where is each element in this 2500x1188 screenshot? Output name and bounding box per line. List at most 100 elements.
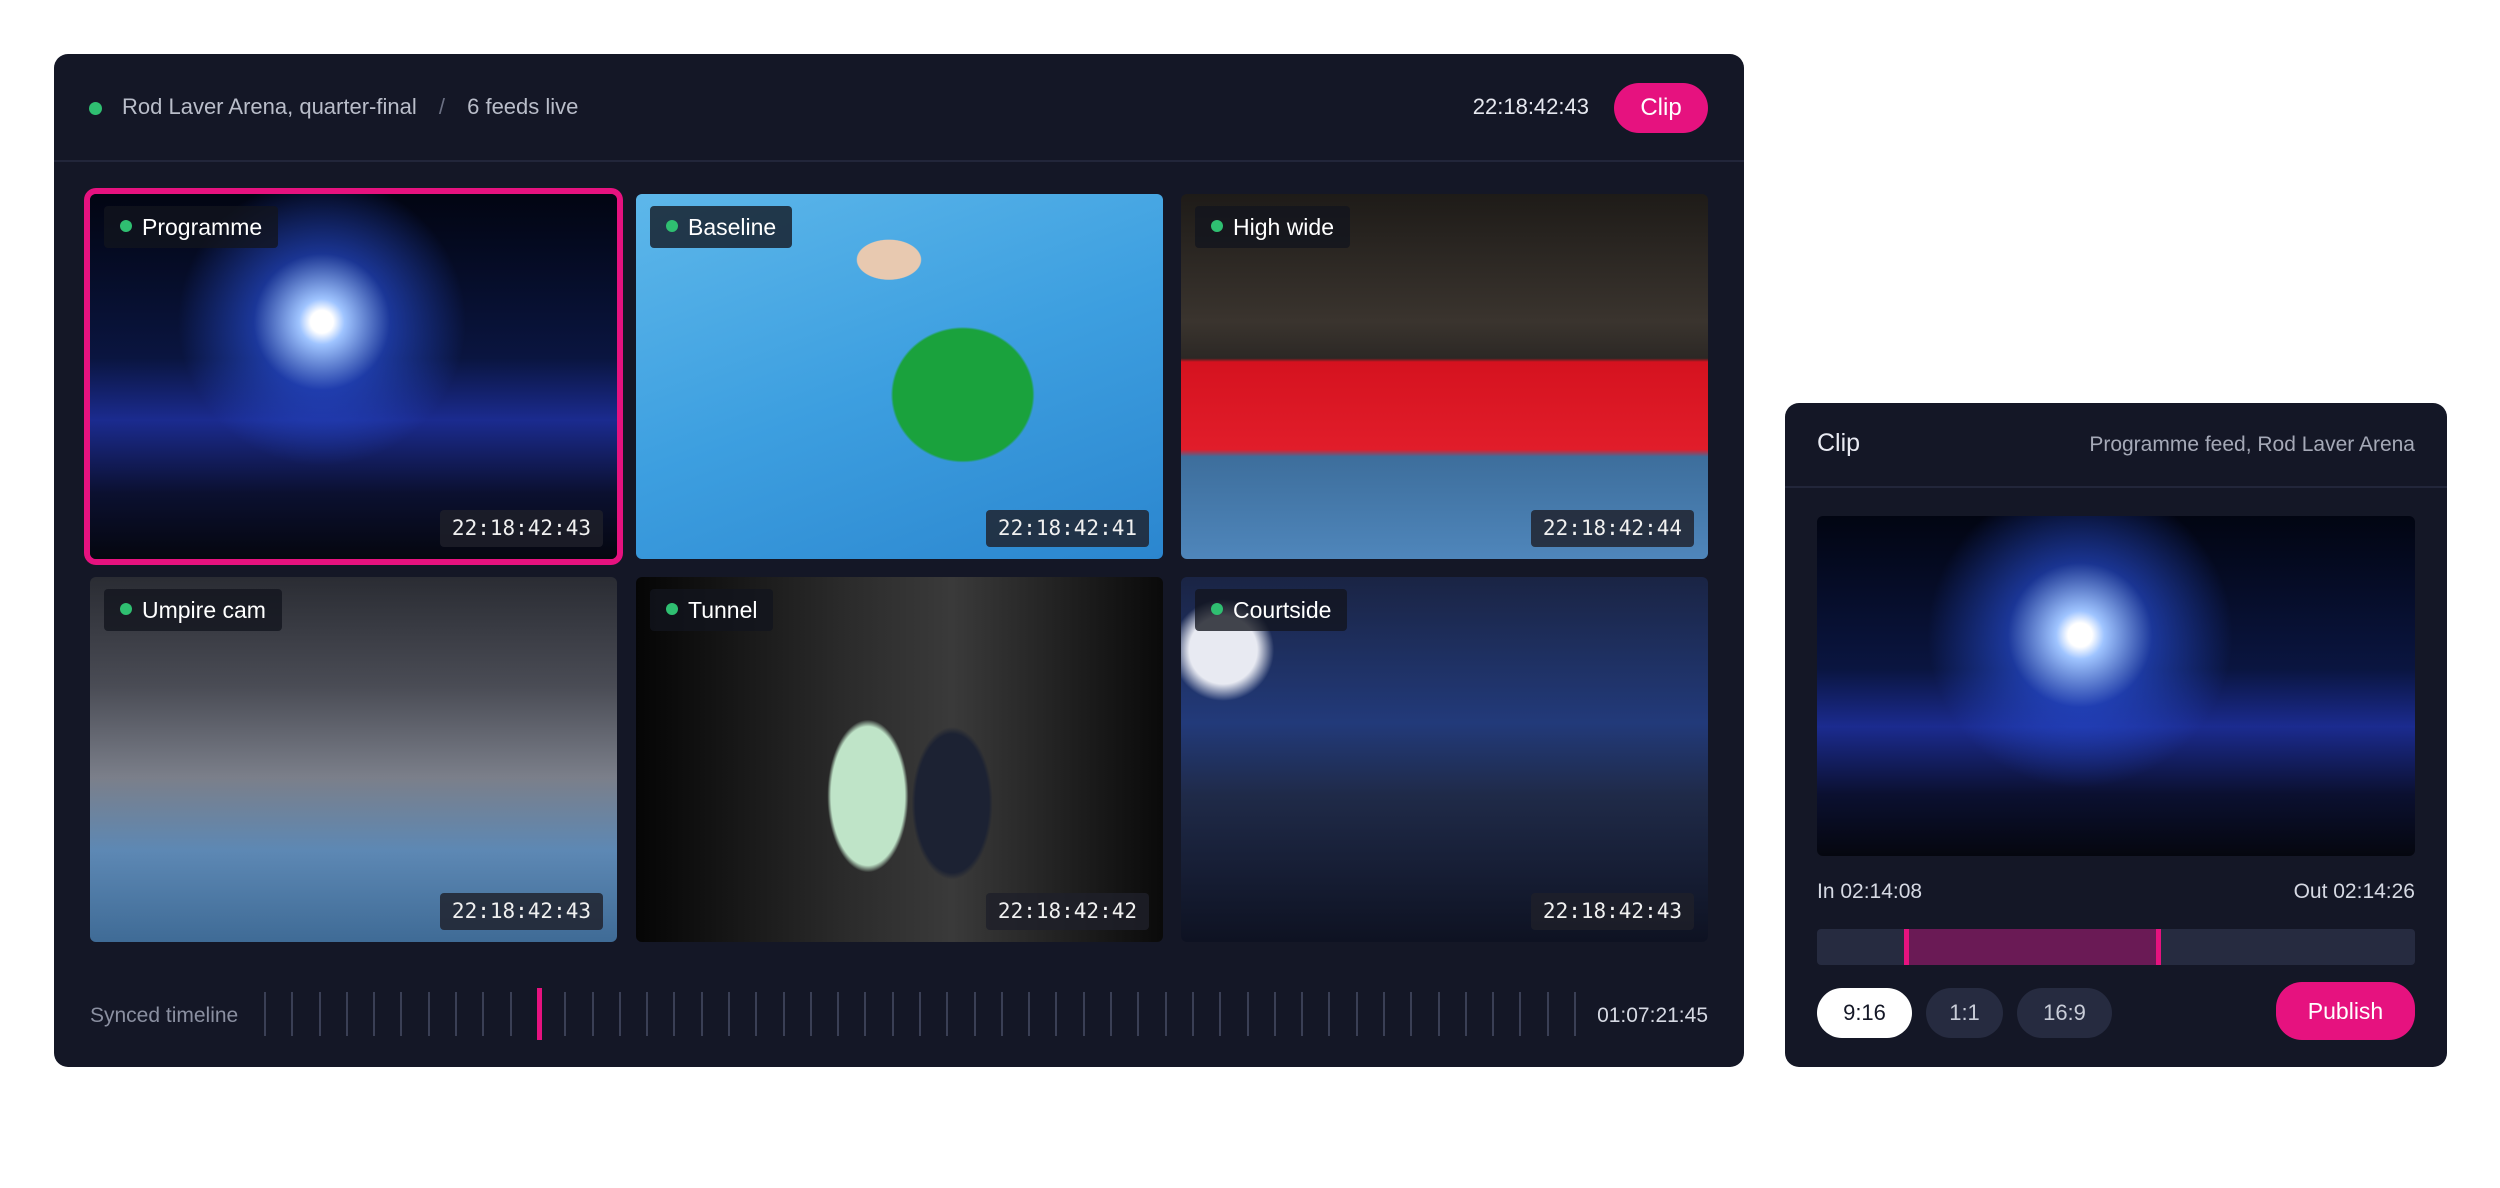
feed-video-programme	[90, 194, 617, 559]
breadcrumb-separator: /	[438, 94, 445, 119]
feed-name: Baseline	[688, 214, 777, 240]
timeline-playhead[interactable]	[537, 988, 542, 1040]
aspect-16-9-button[interactable]: 16:9	[2017, 988, 2112, 1038]
feed-tile-courtside[interactable]: Courtside 22:18:42:43	[1181, 577, 1708, 942]
feed-timecode: 22:18:42:41	[985, 510, 1149, 547]
trim-out-handle[interactable]	[2155, 929, 2161, 965]
feed-tile-umpire-cam[interactable]: Umpire cam 22:18:42:43	[90, 577, 617, 942]
timeline-tick	[864, 992, 866, 1036]
feed-tile-programme[interactable]: Programme 22:18:42:43	[90, 194, 617, 559]
timeline-tick	[1110, 992, 1112, 1036]
timeline-tick	[455, 992, 457, 1036]
timeline-tick	[1492, 992, 1494, 1036]
timeline-tick	[1519, 992, 1521, 1036]
timeline-tick	[1028, 992, 1030, 1036]
timeline-tick	[1001, 992, 1003, 1036]
clip-preview-video[interactable]	[1817, 516, 2415, 856]
header-breadcrumb: Rod Laver Arena, quarter-final / 6 feeds…	[122, 94, 578, 120]
timeline-tick	[673, 992, 675, 1036]
clip-panel-header: Clip Programme feed, Rod Laver Arena	[1785, 403, 2447, 488]
feed-label: Courtside	[1195, 589, 1348, 631]
out-point: Out 02:14:26	[2293, 880, 2415, 903]
feed-label: Tunnel	[650, 589, 774, 631]
publish-button[interactable]: Publish	[2276, 982, 2415, 1040]
feed-timecode: 22:18:42:43	[439, 510, 603, 547]
live-dot-icon	[1211, 603, 1223, 615]
timeline-tick	[1165, 992, 1167, 1036]
aspect-1-1-button[interactable]: 1:1	[1926, 988, 2003, 1038]
live-dot-icon	[120, 603, 132, 615]
timeline-tick	[291, 992, 293, 1036]
feed-timecode: 22:18:42:42	[985, 893, 1149, 930]
timeline-tick	[1219, 992, 1221, 1036]
live-dot-icon	[666, 220, 678, 232]
live-dot-icon	[666, 603, 678, 615]
feed-name: Courtside	[1233, 597, 1332, 623]
live-indicator-icon	[89, 102, 102, 115]
synced-timeline-scrubber[interactable]	[264, 988, 1629, 1042]
timeline-tick	[1274, 992, 1276, 1036]
clip-button[interactable]: Clip	[1614, 83, 1708, 133]
timeline-tick	[482, 992, 484, 1036]
feed-name: High wide	[1233, 214, 1334, 240]
feed-timecode: 22:18:42:43	[1530, 893, 1694, 930]
timeline-tick	[373, 992, 375, 1036]
feed-tile-high-wide[interactable]: High wide 22:18:42:44	[1181, 194, 1708, 559]
feeds-live-count: 6 feeds live	[467, 94, 579, 119]
in-point: In 02:14:08	[1817, 880, 1923, 903]
timeline-tick	[946, 992, 948, 1036]
live-dot-icon	[1211, 220, 1223, 232]
multiview-panel: Rod Laver Arena, quarter-final / 6 feeds…	[54, 54, 1744, 1067]
timeline-tick	[1410, 992, 1412, 1036]
timeline-tick	[1438, 992, 1440, 1036]
trim-selection[interactable]	[1903, 929, 2161, 965]
feed-video-courtside	[1181, 577, 1708, 942]
feed-video-umpire-cam	[90, 577, 617, 942]
trim-bar[interactable]	[1817, 929, 2415, 965]
clip-panel-title: Clip	[1817, 429, 1861, 457]
timeline-tick	[510, 992, 512, 1036]
feed-name: Programme	[142, 214, 263, 240]
feed-label: Umpire cam	[104, 589, 282, 631]
timeline-tick	[592, 992, 594, 1036]
timeline-tick	[1465, 992, 1467, 1036]
timeline-tick	[1055, 992, 1057, 1036]
timeline-tick	[919, 992, 921, 1036]
live-dot-icon	[120, 220, 132, 232]
multiview-header: Rod Laver Arena, quarter-final / 6 feeds…	[54, 54, 1744, 162]
timeline-tick	[1574, 992, 1576, 1036]
feed-label: Programme	[104, 206, 279, 248]
timeline-tick	[646, 992, 648, 1036]
master-timecode: 22:18:42:43	[1472, 94, 1589, 119]
timeline-tick	[810, 992, 812, 1036]
feed-video-baseline	[636, 194, 1163, 559]
feed-video-high-wide	[1181, 194, 1708, 559]
feed-tile-tunnel[interactable]: Tunnel 22:18:42:42	[636, 577, 1163, 942]
feed-label: Baseline	[650, 206, 793, 248]
timeline-tick	[755, 992, 757, 1036]
timeline-tick	[1137, 992, 1139, 1036]
feed-timecode: 22:18:42:44	[1530, 510, 1694, 547]
feed-name: Tunnel	[688, 597, 758, 623]
timeline-tick	[264, 992, 266, 1036]
timeline-tick	[619, 992, 621, 1036]
timeline-duration: 01:07:21:45	[1597, 1004, 1708, 1027]
timeline-tick	[1247, 992, 1249, 1036]
timeline-tick	[1301, 992, 1303, 1036]
timeline-tick	[319, 992, 321, 1036]
timeline-tick	[1356, 992, 1358, 1036]
feed-label: High wide	[1195, 206, 1350, 248]
feed-tile-baseline[interactable]: Baseline 22:18:42:41	[636, 194, 1163, 559]
timeline-tick	[892, 992, 894, 1036]
timeline-tick	[974, 992, 976, 1036]
timeline-tick	[564, 992, 566, 1036]
timeline-tick	[346, 992, 348, 1036]
feed-name: Umpire cam	[142, 597, 266, 623]
clip-panel: Clip Programme feed, Rod Laver Arena In …	[1785, 403, 2447, 1067]
timeline-tick	[428, 992, 430, 1036]
timeline-tick	[1328, 992, 1330, 1036]
timeline-tick	[728, 992, 730, 1036]
trim-in-handle[interactable]	[1903, 929, 1909, 965]
aspect-9-16-button[interactable]: 9:16	[1817, 988, 1912, 1038]
timeline-tick	[1192, 992, 1194, 1036]
